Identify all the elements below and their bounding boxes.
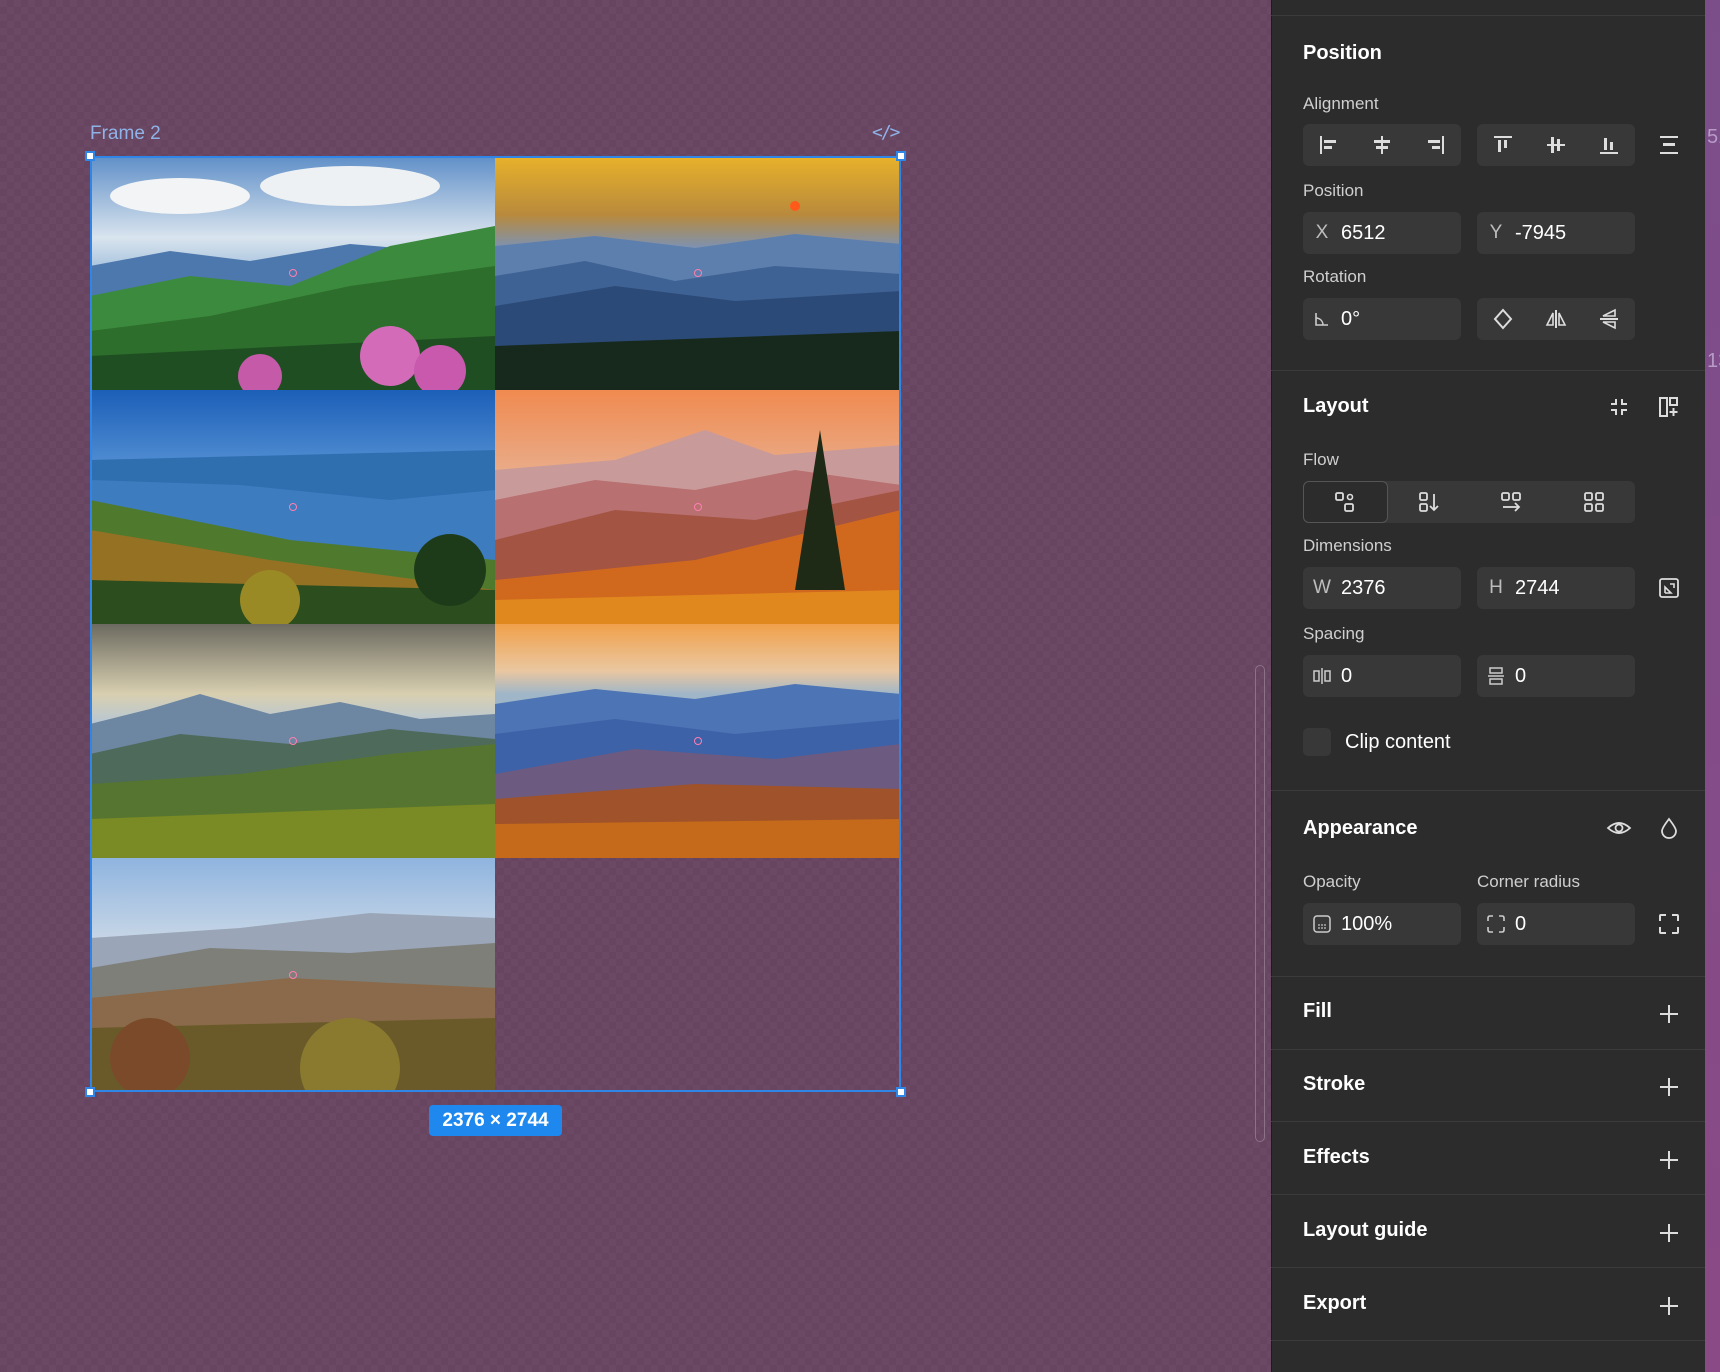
edge-fragment: 51 [1707, 126, 1720, 148]
divider [1271, 790, 1705, 791]
export-section-title[interactable]: Export [1303, 1292, 1366, 1315]
position-label: Position [1303, 181, 1364, 200]
flow-label: Flow [1303, 450, 1339, 469]
y-prefix: Y [1489, 222, 1503, 243]
vertical-gap-icon [1477, 666, 1515, 686]
collapse-layout-icon[interactable] [1603, 391, 1635, 423]
flip-vertical-icon[interactable] [1582, 298, 1635, 340]
divider [1271, 370, 1705, 371]
align-left-icon[interactable] [1303, 124, 1356, 166]
horizontal-gap-icon [1303, 666, 1341, 686]
width-field[interactable]: W 2376 [1303, 567, 1461, 609]
opacity-field[interactable]: 100% [1303, 903, 1461, 945]
height-value: 2744 [1515, 576, 1560, 599]
distribute-icon[interactable] [1653, 129, 1685, 161]
corner-radius-label: Corner radius [1477, 872, 1580, 891]
canvas-scrollbar[interactable] [1255, 665, 1265, 1142]
horizontal-alignment-group [1303, 124, 1461, 166]
effects-section-title[interactable]: Effects [1303, 1146, 1370, 1169]
corner-radius-field[interactable]: 0 [1477, 903, 1635, 945]
corner-radius-value: 0 [1515, 912, 1527, 935]
flow-horizontal-icon[interactable] [1470, 481, 1553, 523]
vertical-spacing-field[interactable]: 0 [1477, 655, 1635, 697]
y-position-field[interactable]: Y -7945 [1477, 212, 1635, 254]
flip-horizontal-icon[interactable] [1530, 298, 1583, 340]
align-top-icon[interactable] [1477, 124, 1530, 166]
position-section-title: Position [1303, 42, 1382, 64]
horizontal-spacing-field[interactable]: 0 [1303, 655, 1461, 697]
align-bottom-icon[interactable] [1582, 124, 1635, 166]
x-prefix: X [1315, 222, 1329, 243]
resize-to-fit-icon[interactable] [1653, 572, 1685, 604]
appearance-section-title: Appearance [1303, 817, 1418, 839]
flow-vertical-icon[interactable] [1388, 481, 1471, 523]
spacing-label: Spacing [1303, 624, 1365, 643]
add-stroke-icon[interactable] [1657, 1075, 1681, 1099]
transform-group [1477, 298, 1635, 340]
x-value: 6512 [1341, 221, 1386, 244]
stroke-section-title[interactable]: Stroke [1303, 1073, 1365, 1096]
resize-handle-bottom-left[interactable] [85, 1087, 95, 1097]
flow-options-group [1303, 481, 1635, 523]
frame-label[interactable]: Frame 2 [90, 123, 161, 145]
opacity-label: Opacity [1303, 872, 1361, 891]
corner-radius-icon [1477, 914, 1515, 934]
align-vertical-center-icon[interactable] [1530, 124, 1583, 166]
divider [1271, 1121, 1705, 1122]
w-prefix: W [1313, 577, 1331, 598]
add-layout-guide-icon[interactable] [1657, 1221, 1681, 1245]
height-field[interactable]: H 2744 [1477, 567, 1635, 609]
dimensions-label: Dimensions [1303, 536, 1392, 555]
add-export-icon[interactable] [1657, 1294, 1681, 1318]
opacity-icon [1303, 914, 1341, 934]
add-fill-icon[interactable] [1657, 1002, 1681, 1026]
divider [1271, 15, 1705, 16]
divider [1271, 1194, 1705, 1195]
code-icon[interactable]: </> [872, 122, 900, 143]
divider [1271, 1049, 1705, 1050]
width-value: 2376 [1341, 576, 1386, 599]
flow-grid-icon[interactable] [1553, 481, 1636, 523]
y-value: -7945 [1515, 221, 1567, 244]
rotation-label: Rotation [1303, 267, 1367, 286]
resize-handle-top-left[interactable] [85, 151, 95, 161]
clip-content-checkbox[interactable] [1303, 728, 1331, 756]
frame-dimensions-badge: 2376 × 2744 [429, 1105, 562, 1136]
edge-fragment: 13 [1707, 350, 1720, 372]
x-position-field[interactable]: X 6512 [1303, 212, 1461, 254]
add-auto-layout-icon[interactable] [1653, 391, 1685, 423]
clip-content-label: Clip content [1345, 731, 1451, 753]
frame-selection-outline[interactable] [90, 156, 901, 1092]
background-edge [1705, 0, 1720, 1372]
divider [1271, 1340, 1705, 1341]
rotation-value: 0° [1341, 307, 1361, 330]
angle-icon [1303, 310, 1341, 328]
resize-handle-top-right[interactable] [896, 151, 906, 161]
vertical-alignment-group [1477, 124, 1635, 166]
blend-mode-drop-icon[interactable] [1653, 812, 1685, 844]
align-horizontal-center-icon[interactable] [1356, 124, 1409, 166]
layout-guide-section-title[interactable]: Layout guide [1303, 1219, 1427, 1242]
eye-icon[interactable] [1603, 812, 1635, 844]
layout-section-title: Layout [1303, 395, 1369, 417]
resize-handle-bottom-right[interactable] [896, 1087, 906, 1097]
rotation-field[interactable]: 0° [1303, 298, 1461, 340]
align-right-icon[interactable] [1408, 124, 1461, 166]
fill-section-title[interactable]: Fill [1303, 1000, 1332, 1023]
divider [1271, 1267, 1705, 1268]
rotate-90-icon[interactable] [1477, 298, 1530, 340]
flow-freeform-icon[interactable] [1303, 481, 1388, 523]
divider [1271, 976, 1705, 977]
vertical-spacing-value: 0 [1515, 664, 1527, 687]
independent-corners-icon[interactable] [1653, 908, 1685, 940]
h-prefix: H [1489, 577, 1503, 598]
opacity-value: 100% [1341, 912, 1393, 935]
add-effect-icon[interactable] [1657, 1148, 1681, 1172]
alignment-label: Alignment [1303, 94, 1379, 113]
horizontal-spacing-value: 0 [1341, 664, 1353, 687]
